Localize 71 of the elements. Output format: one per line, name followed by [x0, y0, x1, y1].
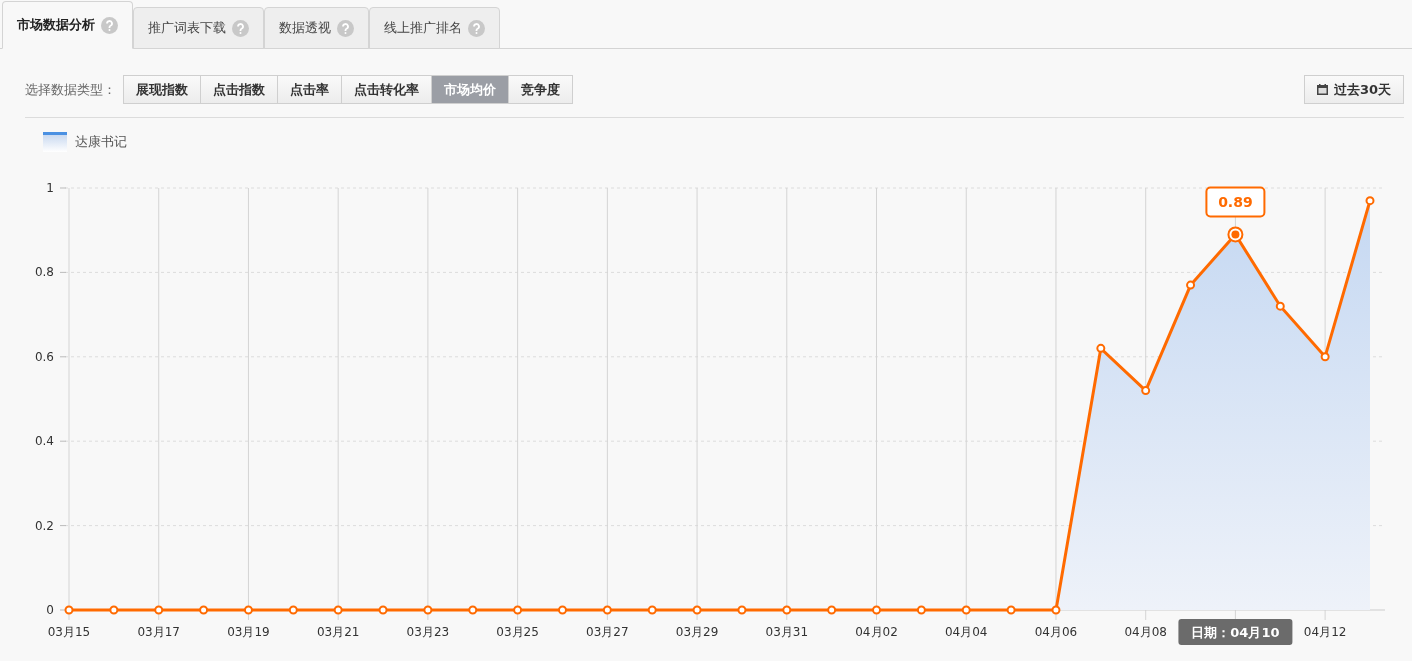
tab[interactable]: 线上推广排名 [369, 7, 500, 49]
y-axis-label: 0 [46, 603, 54, 617]
data-point [1275, 301, 1285, 311]
data-point [243, 605, 253, 615]
data-point [961, 605, 971, 615]
data-point [692, 605, 702, 615]
data-point [602, 605, 612, 615]
help-icon [468, 19, 485, 37]
data-type-button[interactable]: 点击指数 [200, 75, 278, 104]
tab[interactable]: 推广词表下载 [133, 7, 264, 49]
data-point [1320, 352, 1330, 362]
x-axis-label: 03月29 [675, 625, 719, 639]
data-point [199, 605, 209, 615]
y-axis-label: 0.8 [34, 265, 54, 280]
data-point [1186, 280, 1196, 290]
calendar-icon [1316, 84, 1328, 95]
data-point [916, 605, 926, 615]
legend-label: 达康书记 [75, 133, 127, 151]
y-axis-label: 0.6 [34, 349, 54, 364]
data-point [827, 605, 837, 615]
data-point [1006, 605, 1016, 615]
data-point [1051, 605, 1061, 615]
data-type-label: 选择数据类型： [25, 80, 116, 99]
data-point [558, 605, 567, 615]
x-axis-label: 04月08 [1124, 625, 1167, 639]
data-point [378, 605, 388, 615]
data-point [109, 605, 119, 615]
x-axis-label: 03月27 [586, 625, 629, 639]
y-axis-label: 1 [46, 181, 54, 195]
data-point [1141, 386, 1151, 396]
data-point [333, 605, 343, 615]
data-type-button[interactable]: 点击率 [277, 75, 342, 104]
x-axis-label: 04月04 [944, 625, 988, 639]
x-axis-label: 03月19 [227, 625, 270, 639]
x-axis-label: 03月15 [47, 625, 91, 639]
data-type-button[interactable]: 点击转化率 [341, 75, 432, 104]
x-axis-label: 04月12 [1303, 625, 1347, 639]
data-point [288, 605, 298, 615]
x-axis-label: 03月21 [316, 625, 360, 639]
help-icon [232, 19, 249, 37]
tab[interactable]: 市场数据分析 [2, 1, 133, 49]
data-point [64, 605, 74, 615]
help-icon [101, 16, 118, 34]
highlighted-point [1227, 226, 1244, 243]
legend-swatch [43, 132, 67, 152]
x-axis-label: 03月31 [765, 625, 809, 639]
y-axis-label: 0.2 [34, 518, 54, 533]
help-icon [337, 19, 354, 37]
data-point [872, 605, 881, 615]
data-point [782, 605, 792, 615]
data-point [154, 605, 164, 615]
tooltip-date: 日期：04月10 [1191, 625, 1280, 640]
x-axis-label: 04月02 [855, 625, 898, 639]
y-axis-label: 0.4 [34, 434, 54, 449]
data-point [647, 605, 657, 615]
x-axis-label: 03月17 [137, 625, 180, 639]
value-tooltip [1205, 186, 1266, 218]
data-type-button[interactable]: 展现指数 [123, 75, 201, 104]
data-point [513, 605, 523, 615]
data-point [468, 605, 478, 615]
x-axis-label: 04月06 [1034, 625, 1078, 639]
data-point [737, 605, 747, 615]
x-axis-label: 03月25 [496, 625, 539, 639]
tooltip-value: 0.89 [1218, 194, 1253, 211]
data-point [423, 605, 433, 615]
tab[interactable]: 数据透视 [264, 7, 369, 49]
x-axis-label: 03月23 [406, 625, 450, 639]
data-type-button[interactable]: 竞争度 [508, 75, 573, 104]
data-point [1365, 196, 1375, 206]
period-button[interactable]: 过去30天 [1303, 75, 1404, 104]
data-point [1096, 343, 1106, 353]
